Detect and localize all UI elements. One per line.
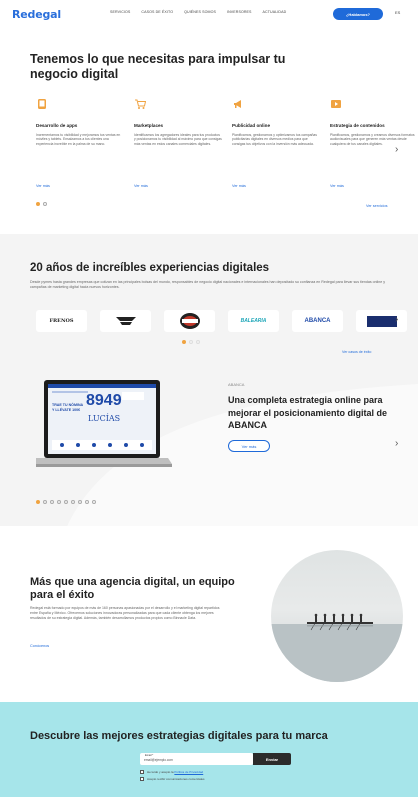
team-desc: Redegal está formado por equipos de más … bbox=[30, 606, 220, 620]
client-logo-card[interactable]: FRENOS bbox=[36, 310, 87, 332]
nav-quienes[interactable]: QUIÉNES SOMOS bbox=[184, 10, 216, 14]
cases-desc: Desde pymes hasta grandes empresas que c… bbox=[30, 280, 386, 289]
page-dot[interactable] bbox=[189, 340, 193, 344]
client-logo-card[interactable] bbox=[164, 310, 215, 332]
hablamos-button[interactable]: ¿Hablamos? bbox=[333, 8, 383, 20]
service-desc: Planificamos, gestionamos y creamos dive… bbox=[330, 132, 415, 146]
services-title: Tenemos lo que necesitas para impulsar t… bbox=[30, 52, 286, 81]
page-dot[interactable] bbox=[43, 202, 47, 206]
service-link-apps[interactable]: Ver más bbox=[36, 184, 50, 188]
content-icon bbox=[331, 100, 341, 108]
service-card: Marketplaces Identificamos los agregador… bbox=[134, 98, 232, 146]
rowing-boat-illustration bbox=[271, 613, 403, 682]
screen-headline: TRAE TU NÓMINA Y LLÉVATE 100€ bbox=[52, 403, 86, 412]
page-dot[interactable] bbox=[64, 500, 68, 504]
service-title: Desarrollo de apps bbox=[36, 123, 78, 128]
client-logo: ABANCA bbox=[304, 318, 331, 324]
page-dot[interactable] bbox=[182, 340, 186, 344]
privacy-prefix: He leído y acepto la bbox=[147, 770, 175, 774]
page-dot[interactable] bbox=[36, 500, 40, 504]
marketing-label: Acepto recibir comunicaciones comerciale… bbox=[147, 777, 205, 781]
client-logo-card[interactable] bbox=[100, 310, 151, 332]
service-card: Publicidad online Planificamos, gestiona… bbox=[232, 98, 330, 146]
team-title: Más que una agencia digital, un equipo p… bbox=[30, 576, 235, 601]
client-logo-card[interactable] bbox=[356, 310, 407, 332]
client-logo: FRENOS bbox=[49, 318, 74, 324]
screen-big-number: 8949 bbox=[86, 392, 122, 409]
service-title: Publicidad online bbox=[232, 123, 271, 128]
service-link-marketplaces[interactable]: Ver más bbox=[134, 184, 148, 188]
cases-title: 20 años de increíbles experiencias digit… bbox=[30, 262, 270, 274]
newsletter-title: Descubre las mejores estrategias digital… bbox=[30, 730, 328, 742]
nav-actualidad[interactable]: ACTUALIDAD bbox=[263, 10, 287, 14]
client-logo-card[interactable]: BALEARIA bbox=[228, 310, 279, 332]
logos-next-arrow[interactable]: › bbox=[395, 314, 398, 325]
email-field[interactable]: email@ejemplo.com bbox=[140, 753, 253, 765]
redegal-logo[interactable]: Redegal bbox=[12, 8, 61, 21]
page-dot[interactable] bbox=[196, 340, 200, 344]
nav-casos[interactable]: CASOS DE ÉXITO bbox=[141, 10, 173, 14]
page-dot[interactable] bbox=[92, 500, 96, 504]
site-header: Redegal SERVICIOS CASOS DE ÉXITO QUIÉNES… bbox=[0, 0, 418, 28]
tiendas-logo-icon bbox=[366, 315, 397, 327]
page-dot[interactable] bbox=[71, 500, 75, 504]
client-logo: BALEARIA bbox=[240, 318, 267, 324]
case-kicker: ABANCA bbox=[228, 382, 245, 387]
service-card: Desarrollo de apps Incrementamos tu visi… bbox=[36, 98, 134, 146]
service-link-publicidad[interactable]: Ver más bbox=[232, 184, 246, 188]
logos-pagination bbox=[182, 340, 200, 344]
service-title: Estrategia de contenidos bbox=[330, 123, 385, 128]
services-carousel: Desarrollo de apps Incrementamos tu visi… bbox=[36, 98, 418, 146]
marketing-checkbox[interactable] bbox=[140, 777, 144, 781]
case-next-arrow[interactable]: › bbox=[395, 438, 398, 449]
privacy-label: He leído y acepto la Política de Privaci… bbox=[147, 770, 203, 774]
service-card: Estrategia de contenidos Planificamos, g… bbox=[330, 98, 418, 146]
service-desc: Incrementamos tu visibilidad y mejoramos… bbox=[36, 132, 121, 146]
main-nav: SERVICIOS CASOS DE ÉXITO QUIÉNES SOMOS I… bbox=[110, 10, 286, 14]
page-dot[interactable] bbox=[50, 500, 54, 504]
team-section: Más que una agencia digital, un equipo p… bbox=[0, 526, 418, 702]
cart-icon bbox=[135, 99, 147, 109]
cases-section: 20 años de increíbles experiencias digit… bbox=[0, 234, 418, 544]
case-title: Una completa estrategia online para mejo… bbox=[228, 395, 388, 430]
email-value: email@ejemplo.com bbox=[144, 758, 173, 762]
megaphone-icon bbox=[234, 100, 241, 108]
estrella-logo-icon bbox=[179, 313, 200, 329]
conocenos-link[interactable]: Conócenos bbox=[30, 644, 49, 648]
nav-inversores[interactable]: INVERSORES bbox=[227, 10, 252, 14]
case-ver-mas-button[interactable]: Ver más bbox=[228, 440, 270, 452]
screen-line-1: TRAE TU NÓMINA bbox=[52, 403, 84, 407]
client-logo-card[interactable]: ABANCA bbox=[292, 310, 343, 332]
service-desc: Identificamos los agregadores ideales pa… bbox=[134, 132, 222, 146]
newsletter-section: Descubre las mejores estrategias digital… bbox=[0, 702, 418, 797]
ver-casos-link[interactable]: Ver casos de éxito bbox=[342, 350, 371, 354]
service-link-contenidos[interactable]: Ver más bbox=[330, 184, 344, 188]
page-dot[interactable] bbox=[36, 202, 40, 206]
rowing-team-photo bbox=[271, 550, 403, 682]
send-button[interactable]: Enviar bbox=[253, 753, 291, 765]
seat-logo-icon bbox=[115, 317, 136, 325]
page-dot[interactable] bbox=[78, 500, 82, 504]
privacy-checkbox[interactable] bbox=[140, 770, 144, 774]
services-pagination bbox=[36, 202, 47, 206]
page-dot[interactable] bbox=[57, 500, 61, 504]
service-desc: Planificamos, gestionamos y optimizamos … bbox=[232, 132, 317, 146]
case-pagination bbox=[36, 500, 96, 504]
page-dot[interactable] bbox=[85, 500, 89, 504]
email-label: Email * bbox=[145, 754, 154, 757]
screen-line-2: Y LLÉVATE 100€ bbox=[52, 407, 81, 412]
nav-servicios[interactable]: SERVICIOS bbox=[110, 10, 130, 14]
app-icon bbox=[38, 99, 46, 109]
services-next-arrow[interactable]: › bbox=[395, 144, 398, 155]
page-dot[interactable] bbox=[43, 500, 47, 504]
screen-word: LUCÍAS bbox=[88, 414, 121, 423]
client-logos: FRENOS BALEARIA ABANCA bbox=[36, 310, 407, 332]
language-selector[interactable]: ES bbox=[395, 10, 400, 15]
service-title: Marketplaces bbox=[134, 123, 164, 128]
services-section: Tenemos lo que necesitas para impulsar t… bbox=[0, 28, 418, 228]
ver-servicios-link[interactable]: Ver servicios bbox=[366, 204, 388, 208]
privacy-link[interactable]: Política de Privacidad bbox=[174, 770, 203, 774]
